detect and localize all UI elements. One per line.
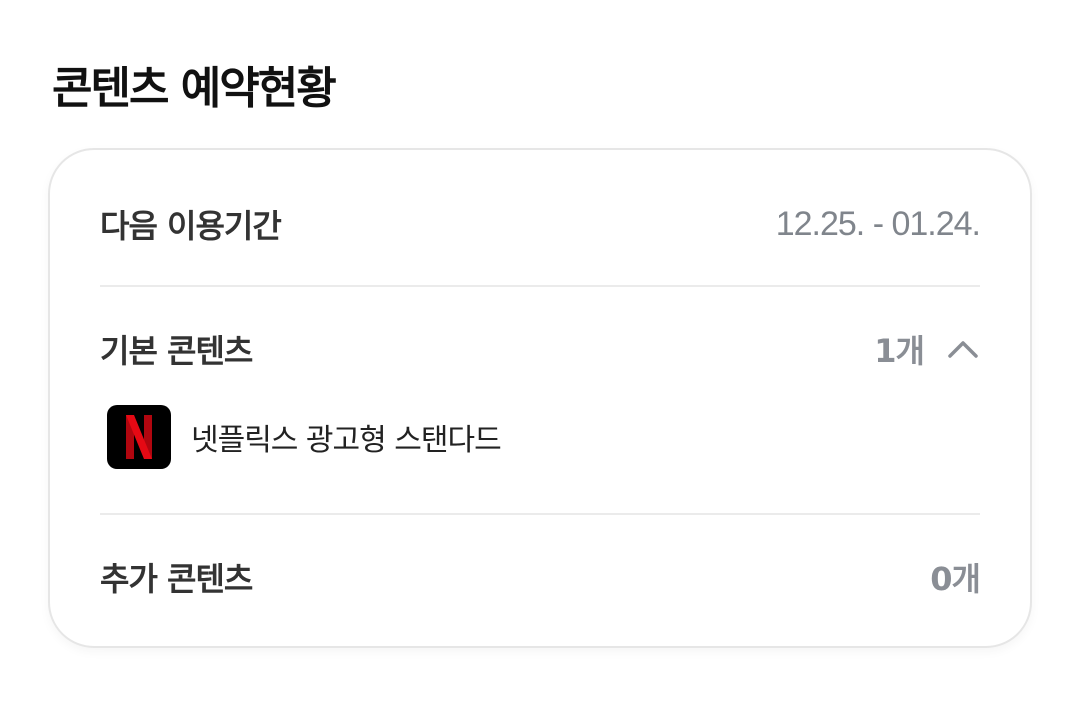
content-name: 넷플릭스 광고형 스탠다드 bbox=[191, 423, 502, 458]
basic-content-label: 기본 콘텐츠 bbox=[100, 332, 253, 370]
period-label: 다음 이용기간 bbox=[100, 207, 282, 245]
divider bbox=[100, 285, 980, 287]
extra-content-row: 추가 콘텐츠 0개 bbox=[100, 553, 981, 601]
extra-content-count: 0개 bbox=[930, 560, 981, 598]
reservation-status-page: 콘텐츠 예약현황 다음 이용기간 12.25. - 01.24. 기본 콘텐츠 … bbox=[0, 0, 1080, 720]
basic-content-header[interactable]: 기본 콘텐츠 1개 bbox=[100, 325, 980, 373]
divider bbox=[100, 513, 980, 515]
netflix-logo-icon bbox=[107, 405, 171, 469]
netflix-n-mark bbox=[126, 415, 152, 459]
period-value: 12.25. - 01.24. bbox=[775, 204, 981, 243]
basic-content-toggle[interactable]: 1개 bbox=[874, 326, 980, 372]
basic-content-item: 넷플릭스 광고형 스탠다드 bbox=[107, 405, 502, 469]
page-title: 콘텐츠 예약현황 bbox=[52, 63, 337, 114]
basic-content-count: 1개 bbox=[874, 332, 925, 370]
chevron-up-icon[interactable] bbox=[946, 332, 980, 366]
period-row: 다음 이용기간 12.25. - 01.24. bbox=[100, 200, 981, 248]
reservation-card: 다음 이용기간 12.25. - 01.24. 기본 콘텐츠 1개 넷플릭스 광… bbox=[48, 148, 1032, 648]
extra-content-label: 추가 콘텐츠 bbox=[100, 560, 253, 598]
